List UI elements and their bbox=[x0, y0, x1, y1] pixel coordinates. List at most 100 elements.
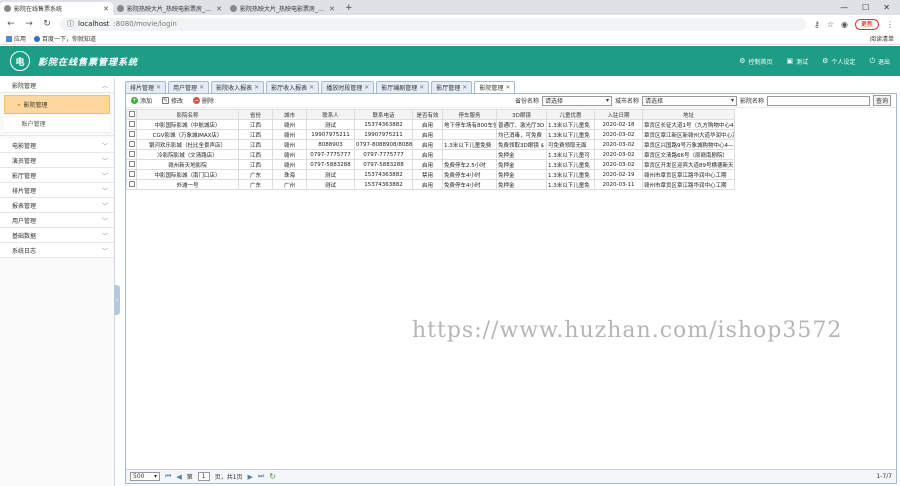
chevron-left-icon: ‹ bbox=[115, 296, 119, 304]
address-bar[interactable]: ⓘ localhost:8080/movie/login bbox=[60, 17, 806, 31]
menu-icon[interactable]: ⋮ bbox=[886, 20, 894, 29]
table-row[interactable]: 银河欢乐影城（杜比全景声店） 江西 赣州 8088903 0797-8088908/80… bbox=[126, 139, 735, 150]
column-header[interactable]: 地址 bbox=[642, 109, 735, 120]
row-checkbox[interactable] bbox=[126, 139, 137, 150]
close-icon[interactable]: ✕ bbox=[329, 5, 335, 13]
star-icon[interactable]: ☆ bbox=[827, 20, 834, 29]
user-icon: ▣ bbox=[786, 57, 794, 65]
bookmark-baidu[interactable]: 百度一下，你就知道 bbox=[34, 34, 96, 43]
forward-icon[interactable]: → bbox=[24, 19, 34, 29]
close-icon[interactable]: ✕ bbox=[505, 84, 510, 91]
table-row[interactable]: 赣州新天地影院 江西 赣州 0797-5883288 0797-5883288 启用 免费停… bbox=[126, 159, 735, 170]
logout-link[interactable]: ⏻ 退出 bbox=[869, 57, 890, 66]
last-page-icon[interactable]: ⏭ bbox=[258, 472, 264, 481]
close-icon[interactable]: ✕ bbox=[364, 84, 369, 91]
first-page-icon[interactable]: ⏮ bbox=[165, 472, 171, 481]
column-header[interactable]: 儿童优惠 bbox=[546, 109, 595, 120]
row-checkbox[interactable] bbox=[126, 129, 137, 140]
main-area: 排片管理 ✕ 用户管理 ✕ 影院收入报表 ✕ 影厅收入报表 ✕ 播放时段管理 ✕ 影厅编剧… bbox=[120, 78, 900, 486]
cinema-name-input[interactable] bbox=[766, 95, 870, 106]
tab-user[interactable]: 用户管理 ✕ bbox=[168, 81, 210, 93]
browser-tab-title: 影院热映大片_热映电影票房_影院 bbox=[127, 6, 214, 13]
key-icon[interactable]: ⚷ bbox=[814, 20, 820, 29]
row-checkbox[interactable] bbox=[126, 179, 137, 190]
select-all-checkbox[interactable] bbox=[126, 109, 137, 120]
bookmark-apps[interactable]: 应用 bbox=[6, 34, 26, 43]
reload-icon[interactable]: ↻ bbox=[42, 19, 52, 29]
sidebar-group-cinema[interactable]: 影院管理 ︿ bbox=[0, 78, 114, 93]
info-icon[interactable]: ⓘ bbox=[67, 19, 74, 29]
reading-list[interactable]: 阅读清单 bbox=[870, 34, 894, 43]
sidebar-group-actor[interactable]: 演员管理 ﹀ bbox=[0, 153, 114, 168]
row-checkbox[interactable] bbox=[126, 159, 137, 170]
close-icon[interactable]: ✕ bbox=[156, 84, 161, 91]
browser-tab-1[interactable]: 影院热映大片_热映电影票房_影院 ✕ bbox=[113, 2, 226, 15]
sidebar-group-schedule[interactable]: 排片管理 ﹀ bbox=[0, 183, 114, 198]
row-checkbox[interactable] bbox=[126, 149, 137, 160]
close-icon[interactable]: ✕ bbox=[419, 84, 424, 91]
tab-hall[interactable]: 影厅管理 ✕ bbox=[431, 81, 473, 93]
user-link[interactable]: ▣ 测试 bbox=[787, 57, 809, 66]
column-header[interactable]: 是否有效 bbox=[412, 109, 443, 120]
profile-avatar[interactable]: ◉ bbox=[841, 20, 848, 29]
minimize-icon[interactable]: — bbox=[840, 3, 848, 12]
tab-hall-income[interactable]: 影厅收入报表 ✕ bbox=[266, 81, 320, 93]
sidebar-group-hall[interactable]: 影厅管理 ﹀ bbox=[0, 168, 114, 183]
tab-cinema[interactable]: 影院管理 ✕ bbox=[474, 81, 516, 93]
column-header[interactable]: 省份 bbox=[238, 109, 273, 120]
table-row[interactable]: CGV影城（万象城IMAX店） 江西 赣州 19907975211 1990797521… bbox=[126, 129, 735, 140]
browser-tab-0[interactable]: 影院在线售票系统 ✕ bbox=[0, 2, 113, 15]
province-select[interactable]: 请选择 ▾ bbox=[541, 95, 612, 106]
tab-timeslot[interactable]: 播放时段管理 ✕ bbox=[321, 81, 375, 93]
settings-link[interactable]: ⚙ 个人设定 bbox=[822, 57, 855, 66]
back-icon[interactable]: ← bbox=[6, 19, 16, 29]
sidebar-group-user[interactable]: 用户管理 ﹀ bbox=[0, 213, 114, 228]
column-header[interactable]: 停车服务 bbox=[442, 109, 497, 120]
new-tab-icon[interactable]: + bbox=[339, 2, 359, 15]
table-row[interactable]: 外滩一号 广东 广州 测试 15374363882 启用 免费停车4小时 免押金 1.3米以下儿… bbox=[126, 179, 735, 190]
refresh-icon[interactable]: ↻ bbox=[269, 472, 276, 481]
edit-button[interactable]: ✎ 修改 bbox=[162, 96, 183, 105]
delete-button[interactable]: − 删除 bbox=[193, 96, 214, 105]
sidebar-group-report[interactable]: 报表管理 ﹀ bbox=[0, 198, 114, 213]
close-icon[interactable]: ✕ bbox=[254, 84, 259, 91]
close-icon[interactable]: ✕ bbox=[199, 84, 204, 91]
sidebar-group-basic-data[interactable]: 基础数据 ﹀ bbox=[0, 228, 114, 243]
table-row[interactable]: 中影国际影城（中航城店） 江西 赣州 测试 15374363882 启用 地下停车场有800… bbox=[126, 119, 735, 130]
home-link[interactable]: ⚙ 控制首页 bbox=[739, 57, 772, 66]
pagination-bar: 500 ▾ ⏮ ◀ 第 1 页，共1页 ▶ ⏭ ↻ 1-7/7 bbox=[126, 469, 896, 483]
city-select[interactable]: 请选择 ▾ bbox=[641, 95, 737, 106]
add-button[interactable]: + 添加 bbox=[131, 96, 152, 105]
table-row[interactable]: 中影国际影城（南门口店） 广东 珠海 测试 15374363882 禁用 免费停车4小时 免押… bbox=[126, 169, 735, 180]
sidebar-group-system-log[interactable]: 系统日志 ﹀ bbox=[0, 243, 114, 258]
sidebar-item-account-manage[interactable]: · 账户管理 bbox=[4, 114, 110, 133]
browser-tabstrip: 影院在线售票系统 ✕ 影院热映大片_热映电影票房_影院 ✕ 影院热映大片_热映电… bbox=[0, 0, 900, 15]
column-header[interactable]: 联系电话 bbox=[354, 109, 413, 120]
column-header[interactable]: 联系人 bbox=[306, 109, 355, 120]
close-icon[interactable]: ✕ bbox=[103, 5, 109, 13]
column-header[interactable]: 城市 bbox=[272, 109, 307, 120]
window-close-icon[interactable]: ✕ bbox=[883, 3, 890, 12]
column-header[interactable]: 影院名称 bbox=[136, 109, 239, 120]
row-checkbox[interactable] bbox=[126, 119, 137, 130]
page-number-input[interactable]: 1 bbox=[197, 472, 210, 481]
sidebar-group-movie[interactable]: 电影管理 ﹀ bbox=[0, 138, 114, 153]
column-header[interactable]: 3D眼镜 bbox=[496, 109, 547, 120]
column-header[interactable]: 入驻日期 bbox=[594, 109, 643, 120]
sidebar-item-cinema-manage[interactable]: ▸ 影院管理 bbox=[4, 95, 110, 114]
table-row[interactable]: 冷影院影城（文清路店） 江西 赣州 0797-7775777 0797-7775777 启… bbox=[126, 149, 735, 160]
search-button[interactable]: 查询 bbox=[872, 95, 891, 106]
prev-page-icon[interactable]: ◀ bbox=[176, 473, 181, 481]
tab-hall-editor[interactable]: 影厅编剧管理 ✕ bbox=[376, 81, 430, 93]
page-size-select[interactable]: 500 ▾ bbox=[130, 472, 160, 481]
update-button[interactable]: 更新 bbox=[854, 18, 879, 30]
tab-schedule[interactable]: 排片管理 ✕ bbox=[125, 81, 167, 93]
browser-tab-2[interactable]: 影院热映大片_热映电影票房_影院 ✕ bbox=[226, 2, 339, 15]
close-icon[interactable]: ✕ bbox=[309, 84, 314, 91]
close-icon[interactable]: ✕ bbox=[462, 84, 467, 91]
close-icon[interactable]: ✕ bbox=[216, 5, 222, 13]
maximize-icon[interactable]: ☐ bbox=[862, 3, 869, 12]
row-checkbox[interactable] bbox=[126, 169, 137, 180]
next-page-icon[interactable]: ▶ bbox=[248, 473, 253, 481]
tab-cinema-income[interactable]: 影院收入报表 ✕ bbox=[211, 81, 265, 93]
